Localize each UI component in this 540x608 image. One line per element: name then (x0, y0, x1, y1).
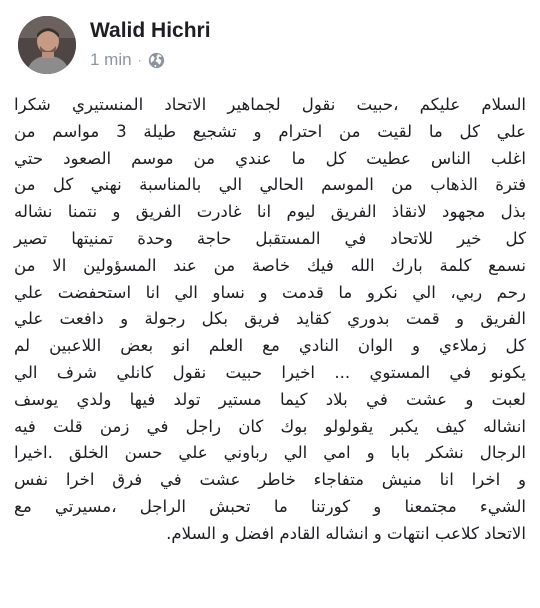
post-text-line: رحم ربي، الي نكرو ما قدمت و نساو الي انا… (14, 282, 526, 302)
post-text: السلام عليكم ،حبيت نقول لجماهير الاتحاد … (14, 92, 526, 548)
post-meta: 1 min · (90, 49, 165, 71)
author-name[interactable]: Walid Hichri (90, 19, 211, 43)
post-header: Walid Hichri 1 min · (18, 16, 522, 76)
post-text-line: الرجال نشكر بابا و امي الي رباوني علي حس… (14, 443, 526, 463)
post-text-line: كل خير للاتحاد في المستقبل حاجة وحدة تمن… (14, 228, 526, 248)
post-text-line: السلام عليكم ،حبيت نقول لجماهير الاتحاد … (14, 95, 526, 114)
profile-photo-icon (18, 16, 76, 74)
globe-icon[interactable] (148, 52, 165, 69)
post-timestamp[interactable]: 1 min (90, 50, 132, 70)
post-text-line: بذل مجهود لانقاذ الفريق ليوم انا غادرت ا… (14, 202, 526, 222)
post-text-line: انشاله كيف يكبر يقولولو بوك كان راجل في … (14, 416, 526, 436)
post-text-line: الشيء مجتمعنا و كورتنا ما تحبش الراجل ،م… (14, 496, 526, 516)
post-text-line: اغلب الناس عطيت كل ما عندي من موسم الصعو… (14, 148, 526, 168)
post-text-line: علي كل ما لقيت من احترام و تشجيع طيلة 3 … (14, 121, 527, 141)
post-text-line: و اخرا انا منيش متفاجاء خاطر عشت في فرق … (14, 470, 526, 490)
post-text-line: فترة الذهاب من الموسم الحالي الي بالمناس… (14, 175, 526, 195)
author-avatar[interactable] (18, 16, 76, 74)
post-text-line: يكونو في المستوي ... اخيرا حبيت نقول كان… (14, 362, 526, 382)
post-text-line: الفريق و قمت بدوري كقايد فريق بكل رجولة … (14, 309, 526, 329)
meta-separator: · (137, 53, 142, 67)
post-text-line: لعبت و عشت في بلاد كيما مستير تولد فيها … (14, 389, 526, 409)
post-text-line: الاتحاد كلاعب انتهات و انشاله القادم افض… (166, 523, 526, 543)
post-text-line: كل زملاءي و الوان النادي مع العلم انو بع… (14, 336, 526, 356)
post-text-line: نسمع كلمة بارك الله فيك خاصة من عند المس… (14, 255, 526, 275)
